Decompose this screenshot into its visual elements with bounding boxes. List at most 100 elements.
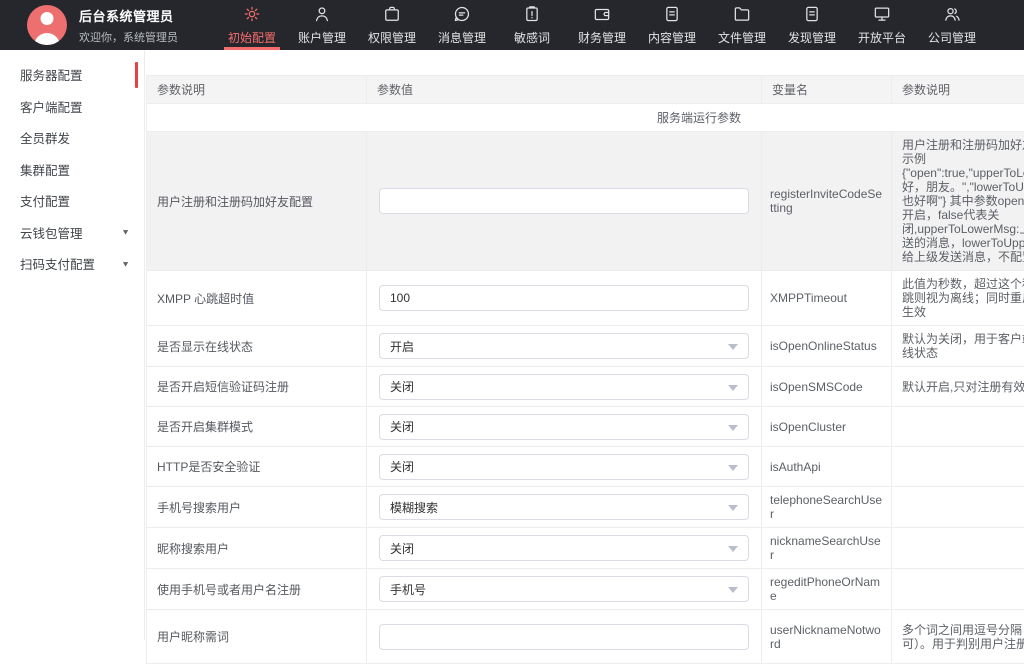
param-label: 使用手机号或者用户名注册 [147, 569, 367, 610]
sidebar-item-label: 扫码支付配置 [20, 254, 95, 273]
param-label: 是否开启短信验证码注册 [147, 367, 367, 407]
table-row-sms-code: 是否开启短信验证码注册关闭 isOpenSMSCode默认开启,只对注册有效 [147, 367, 1024, 407]
clipboard-icon [522, 4, 542, 24]
column-header-param-desc: 参数说明 [147, 76, 367, 104]
nav-item-label: 账户管理 [298, 29, 346, 46]
param-value-cell: 手机号 [367, 569, 762, 610]
param-description: 用户注册和注册码加好友配置 示例 {"open":true,"upperToLo… [892, 132, 1024, 271]
register-type-select[interactable]: 手机号 [379, 576, 749, 602]
nav-item-discover-mgmt[interactable]: 发现管理 [777, 0, 847, 50]
monitor-icon [872, 4, 892, 24]
variable-name: telephoneSearchUser [762, 487, 892, 528]
nav-item-file-mgmt[interactable]: 文件管理 [707, 0, 777, 50]
sms-code-select[interactable]: 关闭 [379, 374, 749, 400]
nav-item-label: 初始配置 [228, 29, 276, 46]
online-status-select[interactable]: 开启 [379, 333, 749, 359]
sidebar-item-label: 全员群发 [20, 128, 70, 147]
sidebar: 服务器配置客户端配置全员群发集群配置支付配置云钱包管理 ▼ 扫码支付配置▼ [0, 50, 145, 640]
sidebar-item-server-config[interactable]: 服务器配置 [0, 59, 144, 91]
message-icon [452, 4, 472, 24]
nav-item-label: 消息管理 [438, 29, 486, 46]
table-row-phone-search: 手机号搜索用户模糊搜索 telephoneSearchUser [147, 487, 1024, 528]
register-invite-code-input[interactable] [379, 188, 749, 214]
variable-name: regeditPhoneOrName [762, 569, 892, 610]
param-value-cell: 关闭 [367, 367, 762, 407]
param-label: 昵称搜索用户 [147, 528, 367, 569]
nav-item-company-mgmt[interactable]: 公司管理 [917, 0, 987, 50]
param-label: 是否开启集群模式 [147, 407, 367, 447]
nav-item-label: 文件管理 [718, 29, 766, 46]
nav-item-label: 财务管理 [578, 29, 626, 46]
user-icon [312, 4, 332, 24]
nav-item-finance-mgmt[interactable]: 财务管理 [567, 0, 637, 50]
nav-item-label: 公司管理 [928, 29, 976, 46]
param-description [892, 407, 1024, 447]
nav-item-permission-mgmt[interactable]: 权限管理 [357, 0, 427, 50]
gear-icon [242, 4, 262, 24]
sidebar-item-label: 支付配置 [20, 191, 70, 210]
param-value-cell [367, 610, 762, 664]
avatar-person-icon [41, 12, 54, 25]
param-description: 默认为关闭，用于客户端是否 线状态 [892, 326, 1024, 367]
section-title: 服务端运行参数 [147, 104, 1024, 132]
nav-item-label: 开放平台 [858, 29, 906, 46]
param-value-cell: 关闭 [367, 528, 762, 569]
param-label: 用户昵称需词 [147, 610, 367, 664]
param-value-cell: 关闭 [367, 407, 762, 447]
cluster-mode-select[interactable]: 关闭 [379, 414, 749, 440]
variable-name: XMPPTimeout [762, 271, 892, 326]
nickname-notword-input[interactable] [379, 624, 749, 650]
nav-item-account-mgmt[interactable]: 账户管理 [287, 0, 357, 50]
http-auth-select[interactable]: 关闭 [379, 454, 749, 480]
briefcase-icon [382, 4, 402, 24]
sidebar-item-cluster-config[interactable]: 集群配置 [0, 154, 144, 186]
variable-name: isOpenSMSCode [762, 367, 892, 407]
nav-item-label: 发现管理 [788, 29, 836, 46]
phone-search-select[interactable]: 模糊搜索 [379, 494, 749, 520]
sidebar-item-label: 集群配置 [20, 160, 70, 179]
sidebar-item-label: 云钱包管理 [20, 223, 83, 242]
table-row-register-type: 使用手机号或者用户名注册手机号 regeditPhoneOrName [147, 569, 1024, 610]
nav-item-content-mgmt[interactable]: 内容管理 [637, 0, 707, 50]
section-row: 服务端运行参数 [147, 104, 1024, 132]
param-label: 手机号搜索用户 [147, 487, 367, 528]
param-description [892, 528, 1024, 569]
top-bar: 后台系统管理员 欢迎你，系统管理员 初始配置 账户管理权限管理消息管理敏感词财务管… [0, 0, 1024, 50]
xmpp-timeout-input[interactable] [379, 285, 749, 311]
wallet-icon [592, 4, 612, 24]
sidebar-item-broadcast-all[interactable]: 全员群发 [0, 122, 144, 154]
avatar[interactable] [27, 5, 67, 45]
nickname-search-select[interactable]: 关闭 [379, 535, 749, 561]
user-meta: 后台系统管理员 欢迎你，系统管理员 [79, 6, 191, 45]
table-header-row: 参数说明 参数值 变量名 参数说明 [147, 76, 1024, 104]
param-value-cell [367, 271, 762, 326]
nav-item-open-platform[interactable]: 开放平台 [847, 0, 917, 50]
param-value-cell: 开启 [367, 326, 762, 367]
variable-name: registerInviteCodeSetting [762, 132, 892, 271]
table-row-xmpp-timeout: XMPP 心跳超时值XMPPTimeout此值为秒数，超过这个秒数未 跳则视为离… [147, 271, 1024, 326]
sidebar-item-client-config[interactable]: 客户端配置 [0, 91, 144, 123]
sidebar-item-label: 服务器配置 [20, 65, 83, 84]
variable-name: userNicknameNotword [762, 610, 892, 664]
param-description: 此值为秒数，超过这个秒数未 跳则视为离线；同时重启Tiga 生效 [892, 271, 1024, 326]
folder-icon [732, 4, 752, 24]
table-row-register-invite-code: 用户注册和注册码加好友配置registerInviteCodeSetting用户… [147, 132, 1024, 271]
variable-name: isOpenCluster [762, 407, 892, 447]
param-value-cell: 关闭 [367, 447, 762, 487]
column-header-variable-name: 变量名 [762, 76, 892, 104]
param-description: 默认开启,只对注册有效 [892, 367, 1024, 407]
param-description [892, 569, 1024, 610]
param-value-cell: 模糊搜索 [367, 487, 762, 528]
sidebar-item-cloud-wallet-mgmt[interactable]: 云钱包管理 ▼ [0, 217, 144, 249]
nav-item-message-mgmt[interactable]: 消息管理 [427, 0, 497, 50]
sidebar-item-qrcode-payment-config[interactable]: 扫码支付配置▼ [0, 248, 144, 280]
column-header-param-value: 参数值 [367, 76, 762, 104]
nav-item-sensitive-words[interactable]: 敏感词 [497, 0, 567, 50]
nav-item-initial-config[interactable]: 初始配置 [217, 0, 287, 50]
welcome-text: 欢迎你，系统管理员 [79, 29, 191, 45]
document-icon [662, 4, 682, 24]
nav-item-label: 内容管理 [648, 29, 696, 46]
chevron-down-icon: ▼ [121, 228, 130, 237]
sidebar-item-payment-config[interactable]: 支付配置 [0, 185, 144, 217]
variable-name: isAuthApi [762, 447, 892, 487]
